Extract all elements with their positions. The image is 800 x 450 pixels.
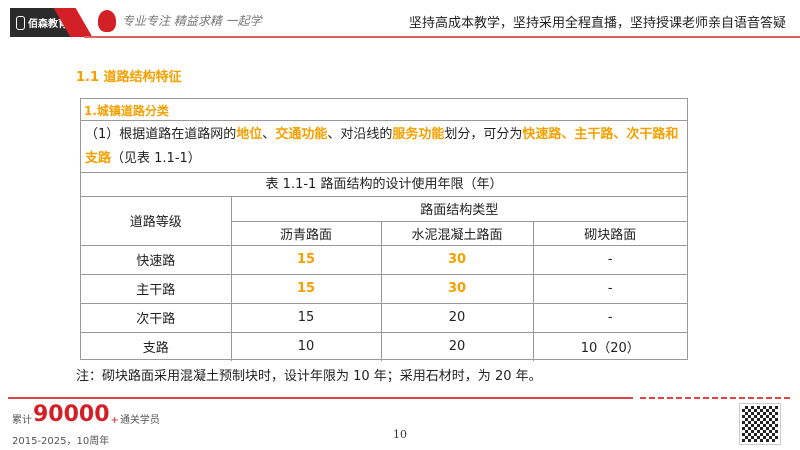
- student-count: 累计 90000 + 通关学员: [12, 402, 160, 427]
- cell: 30: [380, 244, 534, 275]
- cell: 30: [380, 273, 534, 304]
- table-note: 注：砌块路面采用混凝土预制块时，设计年限为 10 年；采用石材时，为 20 年。: [76, 369, 542, 384]
- col-header: 水泥混凝土路面: [380, 220, 534, 246]
- slogan: 专业专注 精益求精 一起学: [122, 14, 262, 28]
- cell: -: [532, 244, 687, 275]
- text: 划分，可分为: [444, 127, 523, 142]
- text: （见表 1.1-1）: [111, 151, 201, 166]
- text: （1）根据道路在道路网的: [85, 127, 237, 142]
- count-prefix: 累计: [12, 415, 32, 426]
- table-title: 表 1.1-1 路面结构的设计使用年限（年）: [81, 173, 687, 197]
- content-box: 1.城镇道路分类 （1）根据道路在道路网的地位、交通功能、对沿线的服务功能划分，…: [80, 98, 688, 361]
- section-title: 1.1 道路结构特征: [76, 70, 182, 85]
- col-header: 砌块路面: [532, 220, 687, 246]
- table-row: 支路 10 20 10（20）: [81, 331, 687, 361]
- cell: 15: [230, 244, 382, 275]
- table-row: 次干路 15 20-: [81, 302, 687, 333]
- highlight: 交通功能: [275, 127, 328, 142]
- cell: 快速路: [81, 244, 232, 275]
- col-header: 沥青路面: [231, 220, 382, 246]
- anniversary-text: 2015-2025，10周年: [12, 436, 110, 447]
- count-number: 90000: [33, 402, 110, 427]
- lifespan-table: 道路等级 路面结构类型 沥青路面 水泥混凝土路面 砌块路面 快速路 15 30- 主干路 1…: [81, 197, 687, 361]
- mascot-icon: [98, 10, 116, 32]
- page-number: 10: [393, 428, 407, 441]
- header-divider: [84, 36, 800, 38]
- text: 、: [262, 127, 276, 142]
- subtitle: 1.城镇道路分类: [81, 99, 687, 121]
- header-grade: 道路等级: [81, 197, 232, 246]
- cell: 10（20）: [532, 331, 687, 361]
- logo-icon: [16, 15, 25, 30]
- count-plus: +: [110, 415, 119, 426]
- cell: 10: [230, 331, 382, 361]
- qr-code-icon: [739, 403, 781, 445]
- table-row: 主干路 15 30-: [81, 273, 687, 304]
- highlight: 地位: [236, 127, 263, 142]
- header-tagline: 坚持高成本教学，坚持采用全程直播，坚持授课老师亲自语音答疑: [408, 16, 786, 31]
- cell: -: [532, 273, 687, 304]
- paragraph: （1）根据道路在道路网的地位、交通功能、对沿线的服务功能划分，可分为快速路、主干…: [81, 121, 687, 173]
- cell: 15: [230, 273, 382, 304]
- footer-divider: [8, 397, 633, 399]
- header-type: 路面结构类型: [230, 197, 687, 222]
- cell: 主干路: [81, 273, 232, 304]
- cell: 15: [230, 302, 382, 333]
- cell: 次干路: [81, 302, 232, 333]
- highlight: 服务功能: [392, 127, 445, 142]
- cell: 20: [380, 302, 534, 333]
- count-suffix: 通关学员: [119, 415, 160, 426]
- cell: -: [532, 302, 687, 333]
- table-row: 快速路 15 30-: [81, 244, 687, 275]
- cell: 支路: [81, 331, 232, 361]
- cell: 20: [380, 331, 534, 361]
- text: 、对沿线的: [327, 127, 393, 142]
- footer-dash-divider: [640, 397, 792, 399]
